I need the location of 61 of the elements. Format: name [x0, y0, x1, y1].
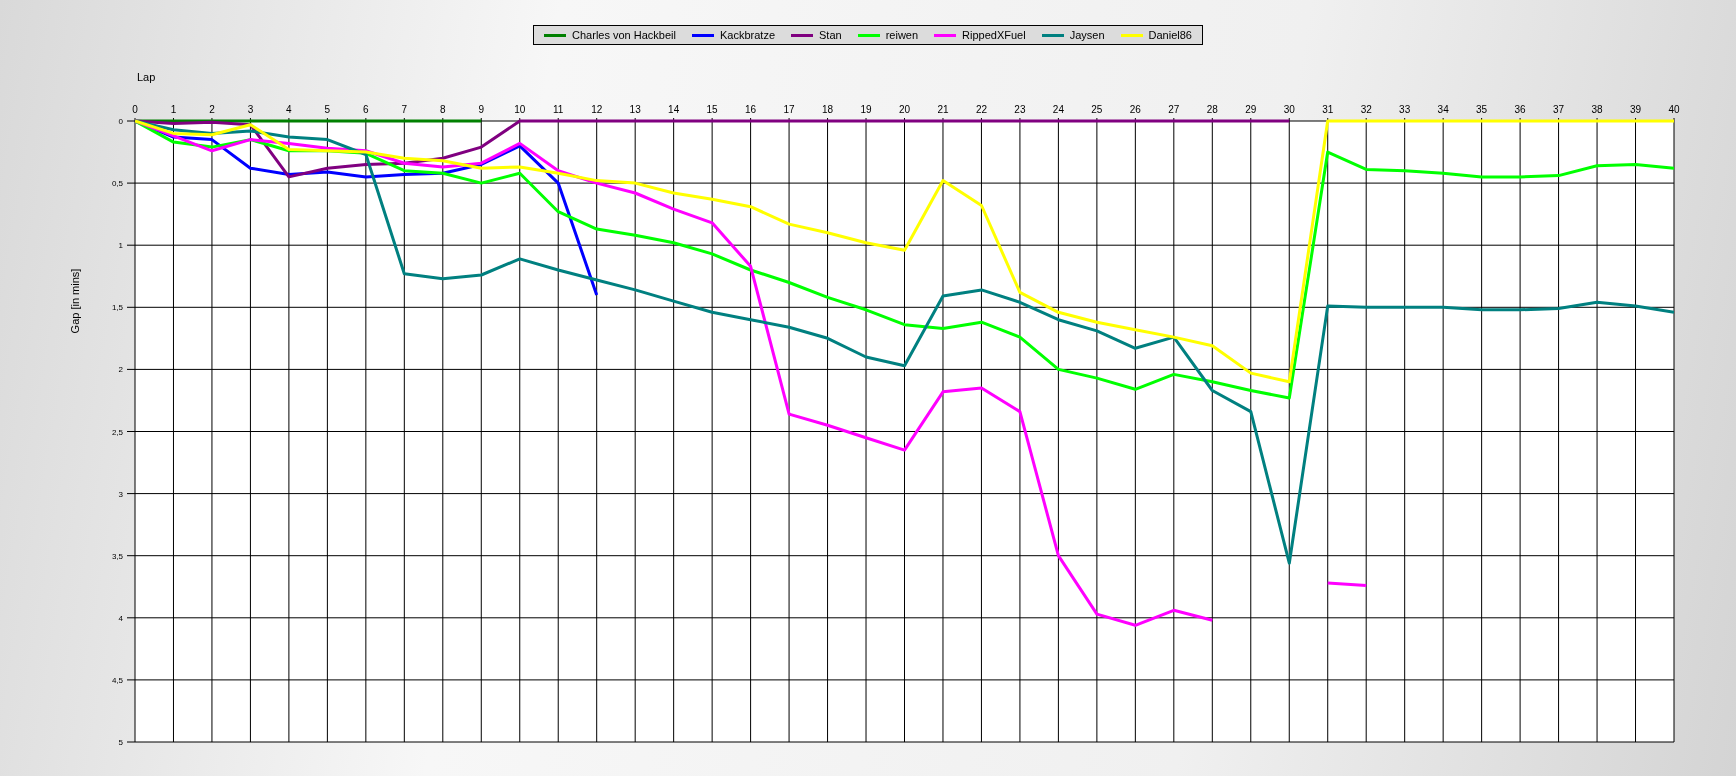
legend-label: Jaysen [1069, 29, 1105, 41]
x-tick-label: 11 [553, 104, 564, 115]
x-tick-label: 2 [209, 104, 215, 115]
x-tick-label: 4 [286, 104, 292, 115]
x-tick-label: 35 [1476, 104, 1488, 115]
x-tick-label: 26 [1129, 104, 1141, 115]
x-tick-label: 6 [363, 104, 369, 115]
x-tick-label: 23 [1014, 104, 1026, 115]
x-tick-label: 9 [478, 104, 485, 115]
x-tick-label: 30 [1283, 104, 1295, 115]
x-tick-label: 3 [247, 104, 254, 115]
y-tick-label: 1,5 [111, 303, 123, 313]
x-tick-label: 0 [132, 104, 138, 115]
legend-label: reiwen [885, 29, 919, 41]
legend-label: Kackbratze [720, 29, 775, 41]
y-tick-label: 3,5 [111, 551, 123, 561]
x-tick-label: 1 [170, 104, 177, 115]
x-tick-label: 40 [1668, 104, 1680, 115]
legend-label: Daniel86 [1148, 29, 1192, 41]
x-tick-label: 36 [1514, 104, 1526, 115]
x-tick-label: 33 [1399, 104, 1411, 115]
y-tick-label: 0 [118, 117, 123, 126]
y-tick-label: 2 [118, 365, 123, 375]
x-tick-label: 22 [975, 104, 987, 115]
x-tick-label: 10 [514, 104, 526, 115]
x-tick-label: 39 [1629, 104, 1642, 115]
x-tick-label: 29 [1245, 104, 1257, 115]
x-tick-label: 38 [1591, 104, 1603, 115]
x-tick-label: 5 [324, 104, 331, 115]
legend-label: RippedXFuel [962, 29, 1026, 41]
x-tick-label: 32 [1360, 104, 1372, 115]
y-tick-label: 0,5 [111, 179, 123, 189]
x-tick-label: 13 [629, 104, 641, 115]
x-tick-label: 14 [668, 104, 680, 115]
y-tick-label: 1 [118, 241, 123, 251]
x-tick-label: 37 [1553, 104, 1565, 115]
y-tick-label: 5 [118, 738, 123, 747]
x-tick-label: 25 [1091, 104, 1103, 115]
legend-label: Stan [819, 29, 842, 41]
y-tick-label: 3 [118, 489, 123, 499]
x-axis-title: Lap [137, 71, 156, 83]
x-tick-label: 18 [822, 104, 834, 115]
x-tick-label: 16 [745, 104, 757, 115]
x-tick-label: 31 [1322, 104, 1334, 115]
y-axis-title: Gap [in mins] [69, 268, 81, 334]
y-tick-label: 2,5 [111, 427, 123, 437]
x-tick-label: 28 [1206, 104, 1218, 115]
x-tick-label: 15 [706, 104, 718, 115]
x-tick-label: 21 [937, 104, 949, 115]
x-tick-label: 12 [591, 104, 603, 115]
x-tick-label: 7 [401, 104, 408, 115]
x-tick-label: 34 [1437, 104, 1449, 115]
x-tick-label: 27 [1168, 104, 1180, 115]
y-tick-label: 4 [118, 613, 123, 623]
y-tick-label: 4,5 [111, 675, 123, 685]
x-tick-label: 17 [783, 104, 795, 115]
x-tick-label: 20 [898, 104, 911, 115]
x-tick-label: 19 [860, 104, 872, 115]
x-tick-label: 24 [1052, 104, 1064, 115]
legend-label: Charles von Hackbeil [572, 29, 676, 41]
x-tick-label: 8 [440, 104, 446, 115]
